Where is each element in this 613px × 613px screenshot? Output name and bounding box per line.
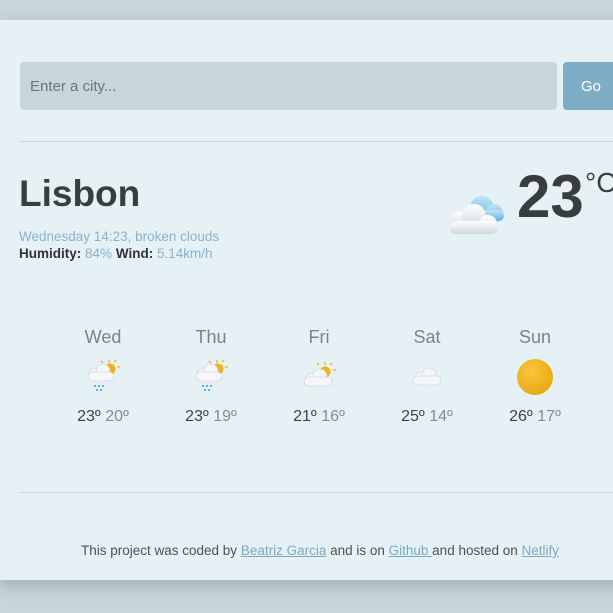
author-link[interactable]: Beatriz Garcia [241, 543, 327, 558]
forecast-day: Sat 25º 14º [387, 325, 467, 427]
netlify-link[interactable]: Netlify [522, 543, 560, 558]
humidity-label: Humidity [19, 246, 77, 261]
temperature-unit: °C [585, 167, 613, 198]
forecast-day: Sun 26º 17º [495, 325, 575, 427]
city-search-input[interactable] [20, 62, 557, 110]
forecast-day-name: Fri [308, 327, 330, 347]
forecast-max: 21º [293, 408, 317, 425]
forecast-max: 26º [509, 408, 533, 425]
broken-clouds-icon [450, 196, 504, 234]
forecast-temps: 21º 16º [279, 407, 359, 427]
date-description: Wednesday 14:23, broken clouds [19, 229, 220, 244]
forecast-day-name: Sun [518, 327, 552, 347]
current-details: Wednesday 14:23, broken clouds Humidity:… [19, 228, 219, 262]
wind-label: Wind [115, 246, 149, 261]
forecast-day-name: Wed [84, 327, 122, 347]
divider-top [19, 141, 613, 142]
colon-separator: : [76, 246, 82, 261]
current-temperature: 23 [517, 163, 584, 230]
colon-separator: : [148, 246, 154, 261]
forecast-day-name: Sat [413, 327, 441, 347]
footer-text: and is on [326, 543, 389, 558]
rain-sun-icon [195, 359, 228, 392]
forecast-min: 17º [537, 408, 561, 425]
partly-cloudy-icon [303, 362, 336, 387]
forecast-day: Wed 23º 20º [63, 325, 143, 427]
humidity-value: 84% [85, 246, 113, 261]
search-form: Go [20, 62, 613, 110]
forecast-day: Fri 21º 16º [279, 325, 359, 427]
forecast-min: 16º [321, 408, 345, 425]
forecast-max: 23º [185, 408, 209, 425]
forecast-temps: 25º 14º [387, 407, 467, 427]
weather-card: Go Lisbon Wednesday 14:23, broken clouds… [0, 20, 613, 580]
forecast-day-name: Thu [195, 327, 227, 347]
cloud-icon [412, 367, 442, 386]
github-link[interactable]: Github [389, 543, 433, 558]
forecast-temps: 26º 17º [495, 407, 575, 427]
forecast-temps: 23º 20º [63, 407, 143, 427]
forecast-temps: 23º 19º [171, 407, 251, 427]
forecast-max: 25º [401, 408, 425, 425]
rain-sun-icon [87, 359, 120, 392]
city-name: Lisbon [19, 173, 141, 214]
forecast-min: 19º [213, 408, 237, 425]
footer: This project was coded by Beatriz Garcia… [0, 542, 613, 560]
forecast-max: 23º [77, 408, 101, 425]
divider-bottom [19, 492, 613, 493]
humidity-wind-line: Humidity: 84% Wind: 5.14km/h [19, 245, 219, 262]
go-button[interactable]: Go [563, 62, 613, 110]
footer-text: and hosted on [432, 543, 522, 558]
forecast-min: 20º [105, 408, 129, 425]
sun-icon [517, 359, 553, 395]
forecast-day: Thu 23º 19º [171, 325, 251, 427]
forecast-min: 14º [429, 408, 453, 425]
wind-value: 5.14km/h [156, 246, 213, 261]
footer-text: This project was coded by [80, 543, 241, 558]
